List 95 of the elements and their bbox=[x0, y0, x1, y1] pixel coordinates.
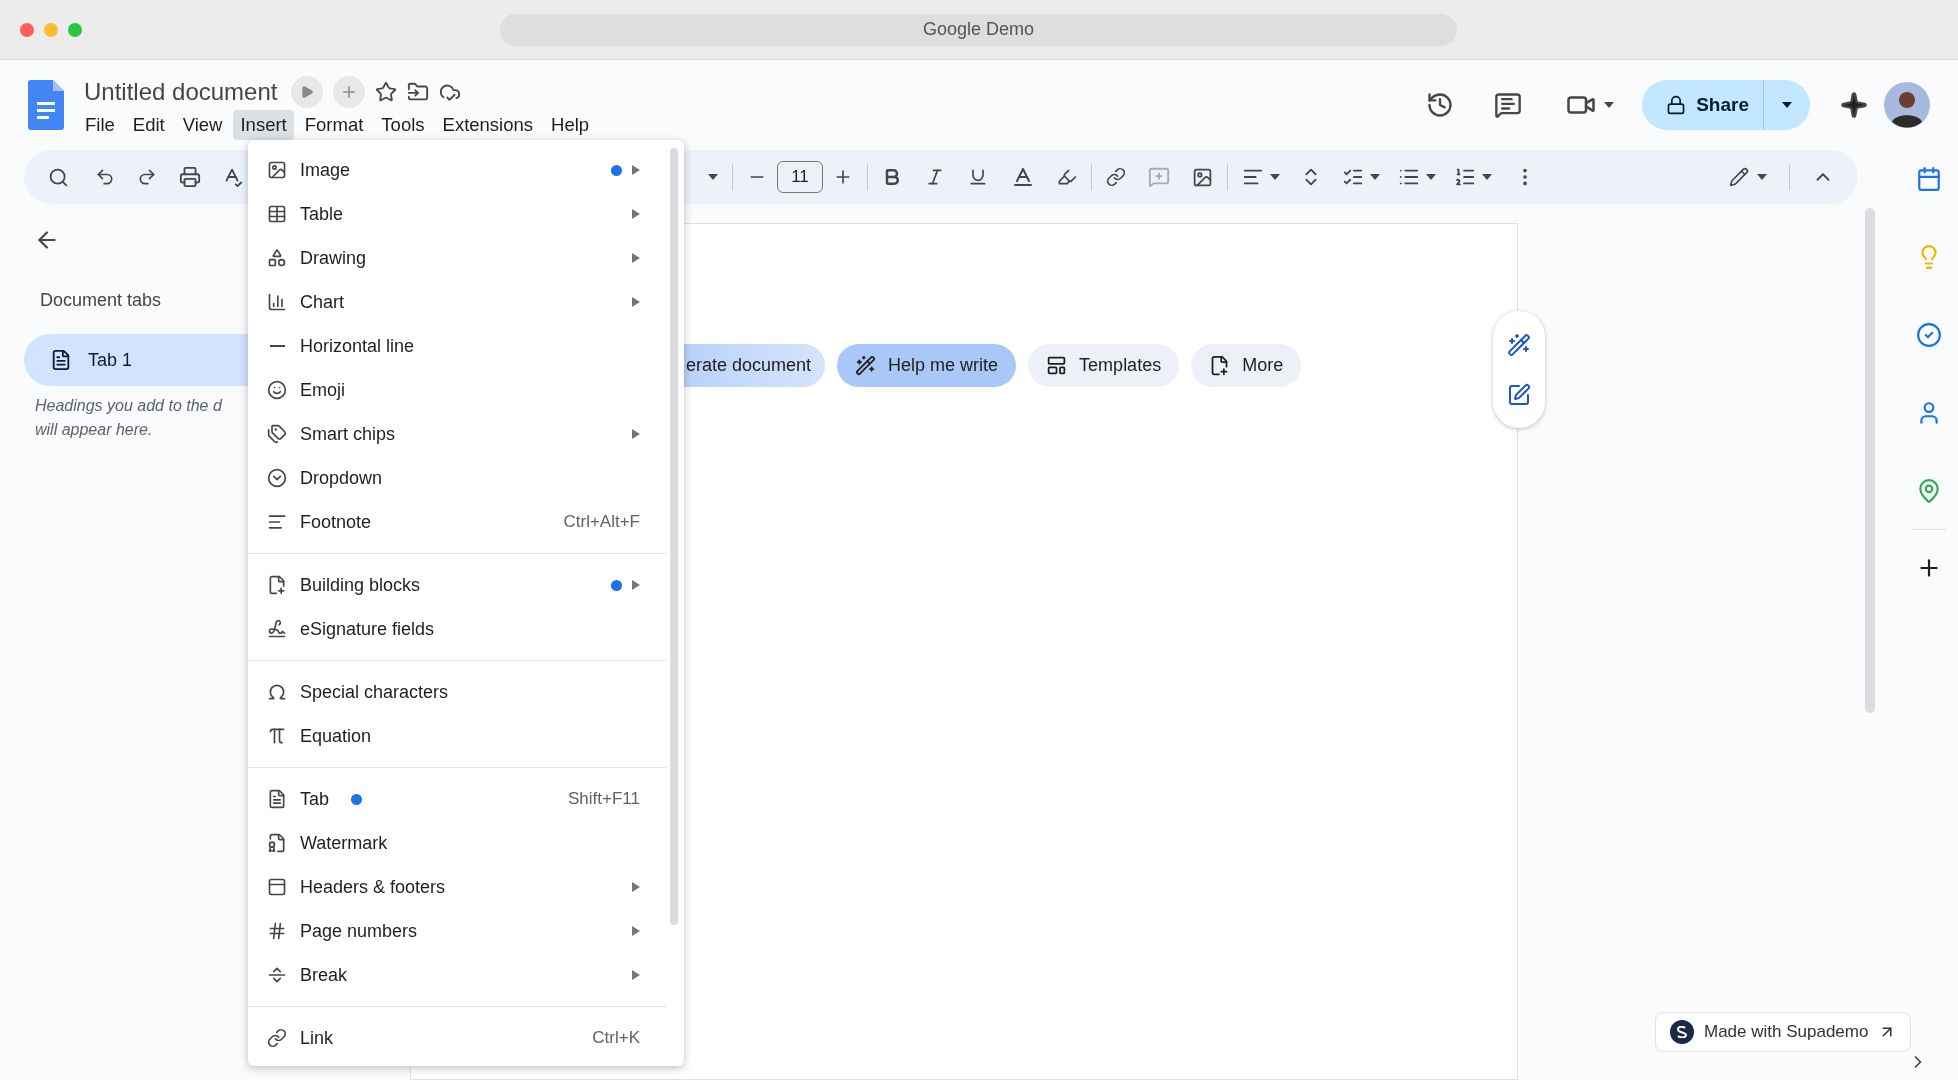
chart-icon bbox=[267, 292, 287, 312]
pencil-icon[interactable] bbox=[1729, 167, 1749, 187]
document-icon bbox=[50, 349, 72, 371]
menu-bar-item[interactable]: Format bbox=[297, 110, 371, 140]
font-size-field[interactable]: 11 bbox=[777, 161, 823, 193]
menu-bar-item[interactable]: Help bbox=[544, 110, 597, 140]
menu-item[interactable]: Special characters bbox=[248, 670, 684, 714]
supademo-badge[interactable]: Made with Supademo bbox=[1655, 1012, 1912, 1052]
menu-bar-item[interactable]: Tools bbox=[374, 110, 432, 140]
caret-icon[interactable] bbox=[1370, 174, 1380, 180]
menu-bar-item[interactable]: View bbox=[175, 110, 230, 140]
address-bar[interactable]: Google Demo bbox=[500, 13, 1457, 46]
hash-icon bbox=[267, 921, 287, 941]
sidebar-hint: will appear here. bbox=[35, 420, 153, 440]
menu-item[interactable]: eSignature fields bbox=[248, 607, 684, 651]
link-icon[interactable] bbox=[1106, 167, 1126, 187]
image-icon[interactable] bbox=[1192, 166, 1213, 188]
search-icon[interactable] bbox=[48, 166, 69, 188]
shortcut-text: Ctrl+K bbox=[592, 1027, 640, 1050]
line-icon bbox=[269, 345, 285, 347]
comment-icon[interactable] bbox=[1494, 91, 1523, 119]
menu-item[interactable]: Smart chips bbox=[248, 412, 684, 456]
suggestion-chip[interactable]: erate document bbox=[684, 344, 826, 387]
share-button[interactable]: Share bbox=[1642, 80, 1764, 130]
menu-item[interactable]: Footnote Ctrl+Alt+F bbox=[248, 500, 684, 544]
menu-bar-item[interactable]: Insert bbox=[233, 110, 294, 140]
caret-icon[interactable] bbox=[1482, 174, 1492, 180]
document-logo[interactable] bbox=[28, 80, 64, 130]
print-icon[interactable] bbox=[179, 166, 201, 188]
caret-icon bbox=[1782, 102, 1792, 108]
caret-icon[interactable] bbox=[1426, 174, 1436, 180]
italic-icon[interactable] bbox=[925, 167, 945, 187]
dropdown-icon bbox=[267, 468, 287, 488]
wand-icon bbox=[855, 355, 877, 376]
suggestion-chip[interactable]: Templates bbox=[1028, 344, 1180, 387]
document-title[interactable]: Untitled document bbox=[84, 74, 278, 110]
map-pin-icon[interactable] bbox=[1916, 478, 1942, 504]
link-icon bbox=[267, 1028, 287, 1048]
menu-item[interactable]: Link Ctrl+K bbox=[248, 1016, 684, 1060]
calendar-icon[interactable] bbox=[1916, 166, 1942, 192]
caret-icon[interactable] bbox=[1270, 174, 1280, 180]
play-icon bbox=[300, 85, 315, 99]
menu-item[interactable]: Break bbox=[248, 953, 684, 997]
shortcut-text: Ctrl+Alt+F bbox=[563, 511, 640, 534]
menu-scrollbar[interactable] bbox=[670, 148, 678, 925]
redo-icon[interactable] bbox=[137, 167, 157, 187]
close-window-button[interactable] bbox=[20, 22, 34, 37]
edit-icon[interactable] bbox=[1507, 382, 1531, 407]
play-button[interactable] bbox=[291, 76, 324, 108]
menu-item[interactable]: Watermark bbox=[248, 821, 684, 865]
menu-bar-item[interactable]: File bbox=[78, 110, 122, 140]
lock-icon[interactable] bbox=[1666, 95, 1687, 115]
document-plus-icon bbox=[267, 575, 287, 595]
underline-icon[interactable] bbox=[968, 167, 988, 187]
numbered-list-icon[interactable] bbox=[1454, 166, 1476, 188]
scrollbar[interactable] bbox=[1865, 208, 1875, 713]
star-icon[interactable] bbox=[375, 81, 398, 103]
highlighter-icon[interactable] bbox=[1057, 167, 1077, 187]
folder-icon[interactable] bbox=[407, 81, 430, 103]
caret-icon[interactable] bbox=[1757, 174, 1767, 180]
lines-icon bbox=[267, 512, 287, 532]
smiley-icon bbox=[267, 380, 287, 400]
shortcut-text: Shift+F11 bbox=[568, 788, 640, 811]
menu-bar-item[interactable]: Edit bbox=[125, 110, 172, 140]
page-break-icon bbox=[267, 965, 287, 985]
badge-document-icon bbox=[267, 833, 287, 853]
text-color-icon[interactable] bbox=[1011, 165, 1035, 189]
menu-item[interactable]: Dropdown bbox=[248, 456, 684, 500]
suggestion-chip[interactable]: More bbox=[1191, 344, 1302, 387]
chips-icon bbox=[267, 424, 287, 444]
omega-icon bbox=[267, 682, 287, 702]
caret-icon[interactable] bbox=[1604, 102, 1615, 108]
panel-icon bbox=[267, 877, 287, 897]
template-icon bbox=[1046, 355, 1068, 376]
suggestion-chip[interactable]: Help me write bbox=[837, 344, 1017, 387]
table-icon bbox=[267, 204, 287, 224]
supademo-logo bbox=[1670, 1020, 1694, 1044]
sidebar-hint: Headings you add to the d bbox=[35, 396, 222, 416]
history-icon[interactable] bbox=[1426, 91, 1455, 119]
signature-icon bbox=[267, 619, 287, 639]
wand-icon[interactable] bbox=[1507, 332, 1531, 357]
sidebar-heading: Document tabs bbox=[40, 289, 162, 312]
pi-icon bbox=[267, 726, 287, 746]
avatar[interactable] bbox=[1884, 82, 1930, 128]
document-icon bbox=[267, 789, 287, 809]
undo-icon[interactable] bbox=[95, 167, 115, 187]
menu-bar-item[interactable]: Extensions bbox=[435, 110, 541, 140]
sparkle-icon[interactable] bbox=[1840, 91, 1868, 119]
menu-item[interactable]: Drawing bbox=[248, 236, 684, 280]
menu-item[interactable]: Chart bbox=[248, 280, 684, 324]
drawing-icon bbox=[267, 248, 287, 268]
caret-icon[interactable] bbox=[708, 174, 718, 180]
tasks-icon[interactable] bbox=[1916, 322, 1942, 348]
image-icon bbox=[267, 160, 287, 180]
menu-item[interactable]: Headers & footers bbox=[248, 865, 684, 909]
